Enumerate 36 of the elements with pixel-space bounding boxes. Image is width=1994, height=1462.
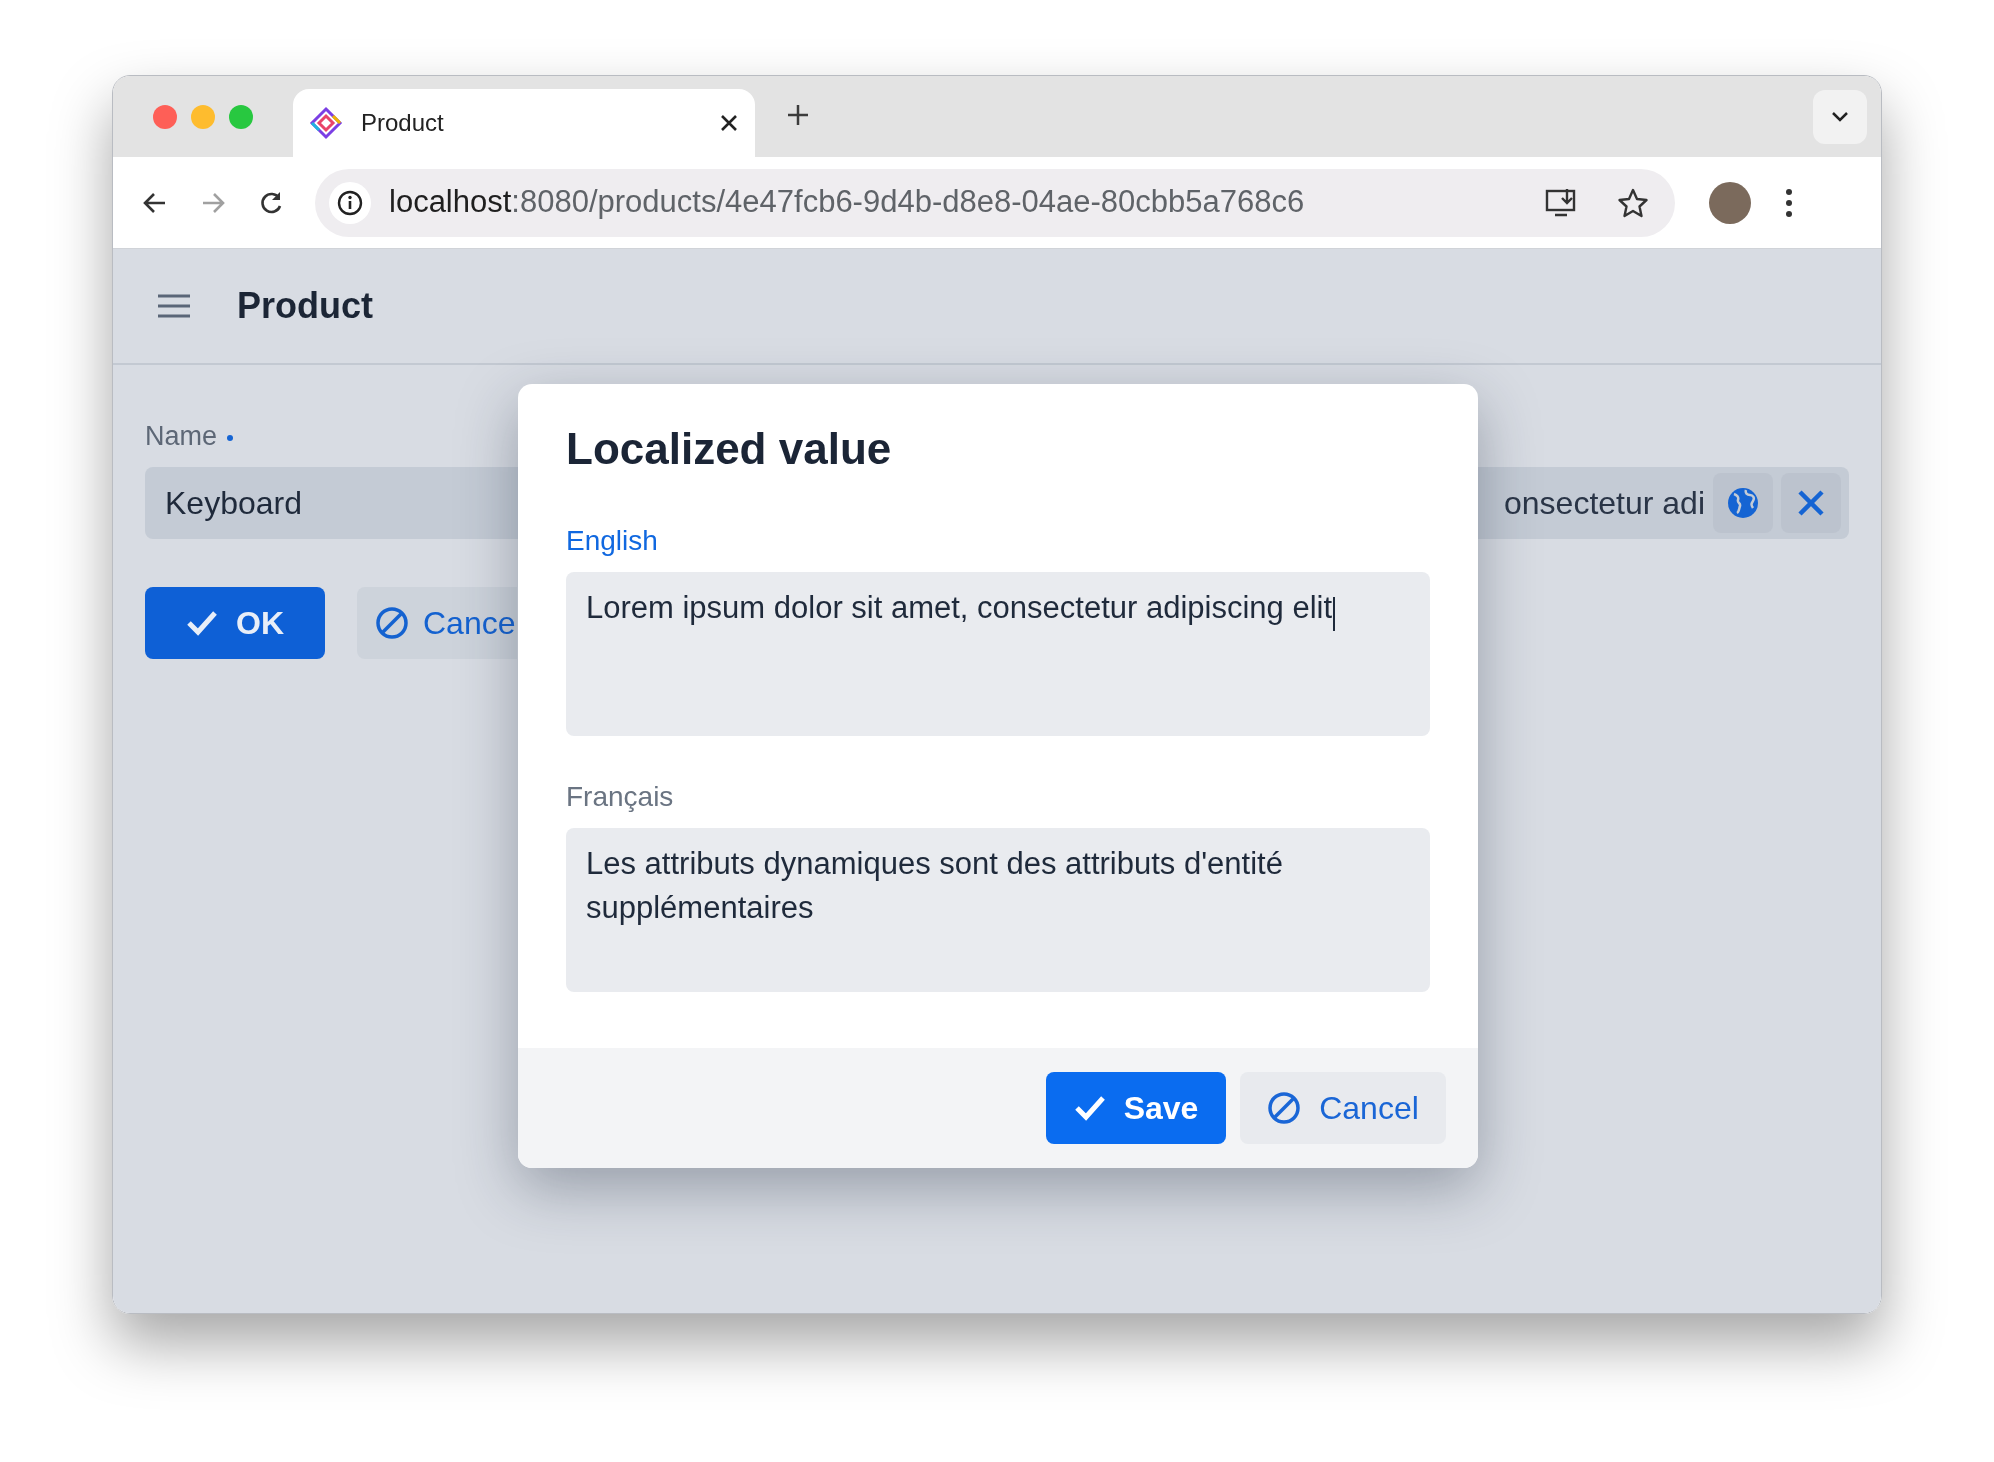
browser-tab[interactable]: Product (293, 89, 755, 157)
address-bar[interactable]: localhost:8080/products/4e47fcb6-9d4b-d8e8-04ae-80cbb5a768c6 (315, 168, 1675, 237)
text-area[interactable]: Lorem ipsum dolor sit amet, consectetur adipiscing elit (566, 572, 1430, 736)
url-text: localhost:8080/products/4e47fcb6-9d4b-d8e8-04ae-80cbb5a768c6 (389, 183, 1305, 222)
field-label: Name (145, 419, 218, 453)
field-value: Lorem ipsum dolor sit amet, consectetur adipiscing elit (586, 590, 1333, 625)
dialog-title: Localized value (566, 423, 893, 475)
field-label: English (566, 524, 659, 558)
text-cursor (1333, 596, 1336, 631)
bookmark-star-icon[interactable] (1617, 186, 1649, 219)
menu-icon[interactable] (157, 293, 191, 319)
close-tab-icon[interactable] (719, 113, 739, 133)
ok-button[interactable]: OK (145, 587, 325, 659)
more-menu-icon[interactable] (1785, 187, 1793, 218)
globe-icon (1726, 486, 1760, 520)
app-logo-icon (309, 106, 343, 140)
field-value: onsectetur adi (1504, 484, 1705, 523)
cancel-button[interactable]: Cancel (1240, 1072, 1446, 1144)
cancel-button[interactable]: Cance (357, 587, 517, 659)
checkmark-icon (186, 610, 218, 636)
field-value: Keyboard (165, 484, 302, 523)
text-area[interactable]: Les attributs dynamiques sont des attributs d'entité supplémentaires (566, 828, 1430, 992)
close-icon (1797, 489, 1825, 517)
site-info-icon[interactable] (329, 181, 371, 224)
chevron-down-icon (1830, 110, 1850, 124)
field-value: Les attributs dynamiques sont des attributs d'entité supplémentaires (586, 846, 1283, 925)
clear-button[interactable] (1781, 473, 1841, 533)
save-button[interactable]: Save (1046, 1072, 1226, 1144)
checkmark-icon (1073, 1095, 1106, 1121)
profile-avatar[interactable] (1709, 181, 1751, 224)
cancel-icon (1267, 1091, 1302, 1125)
page-title: Product (237, 284, 373, 328)
localize-button[interactable] (1713, 473, 1773, 533)
cancel-icon (375, 606, 409, 640)
field-label: Français (566, 780, 675, 814)
tab-title: Product (361, 108, 445, 138)
